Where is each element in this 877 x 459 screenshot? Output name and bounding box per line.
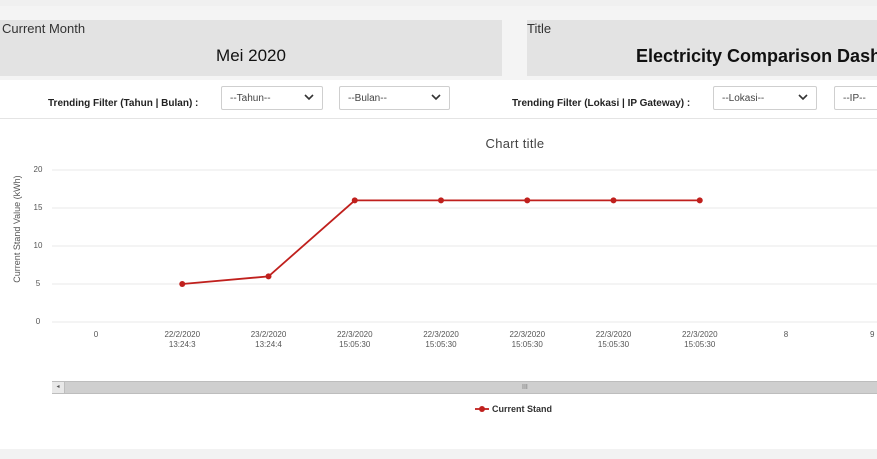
x-tick-label: 0 (93, 330, 99, 339)
trend-year-month-label: Trending Filter (Tahun | Bulan) : (48, 98, 199, 109)
top-strip (0, 0, 877, 6)
legend-line-marker-icon (475, 406, 489, 412)
x-tick-label: 22/3/2020 15:05:30 (595, 330, 632, 349)
chevron-down-icon (798, 94, 808, 101)
data-point[interactable] (351, 197, 358, 204)
y-tick-label: 0 (35, 317, 41, 326)
x-tick-label: 8 (783, 330, 789, 339)
x-tick-label: 22/3/2020 15:05:30 (336, 330, 373, 349)
data-point[interactable] (610, 197, 617, 204)
month-select-value: --Bulan-- (348, 93, 387, 104)
legend-series-label: Current Stand (492, 404, 553, 414)
y-tick-label: 5 (35, 279, 41, 288)
scroll-left-arrow-icon[interactable]: ◂ (52, 382, 65, 393)
filter-bar: Trending Filter (Tahun | Bulan) : --Tahu… (0, 80, 877, 119)
x-tick-label: 23/2/2020 13:24:4 (250, 330, 287, 349)
year-select[interactable]: --Tahun-- (221, 86, 323, 110)
data-point[interactable] (696, 197, 703, 204)
x-tick-label: 22/3/2020 15:05:30 (423, 330, 459, 349)
scroll-grip[interactable]: III (522, 382, 528, 393)
x-tick-label: 22/3/2020 15:05:30 (509, 330, 546, 349)
data-point[interactable] (438, 197, 444, 204)
data-point[interactable] (265, 273, 272, 280)
ip-select-value: --IP-- (843, 93, 866, 104)
y-tick-label: 10 (33, 241, 43, 250)
chart-panel: Chart title Current Stand Value (kWh) 05… (0, 119, 877, 449)
chart-scrollbar[interactable]: ◂ III (52, 381, 877, 394)
x-tick-label: 22/2/2020 13:24:3 (164, 330, 201, 349)
series-line-current-stand (182, 199, 700, 285)
data-point[interactable] (179, 281, 186, 287)
trend-location-label: Trending Filter (Lokasi | IP Gateway) : (512, 98, 691, 109)
ip-select[interactable]: --IP-- (834, 86, 877, 110)
location-select[interactable]: --Lokasi-- (713, 86, 817, 110)
dashboard-title: Electricity Comparison Dash (636, 46, 877, 66)
bottom-strip (0, 449, 877, 459)
y-tick-label: 15 (33, 203, 43, 212)
chevron-down-icon (431, 94, 441, 101)
x-tick-label: 9 (870, 330, 875, 339)
title-card: Title Electricity Comparison Dash (527, 20, 877, 76)
data-point[interactable] (524, 197, 531, 204)
current-month-label: Current Month (2, 21, 86, 36)
x-tick-label: 22/3/2020 15:05:30 (681, 330, 718, 349)
current-month-card: Current Month Mei 2020 (0, 20, 502, 76)
month-select[interactable]: --Bulan-- (339, 86, 450, 110)
location-select-value: --Lokasi-- (722, 93, 765, 104)
y-tick-label: 20 (33, 165, 43, 174)
current-month-value: Mei 2020 (216, 46, 286, 65)
year-select-value: --Tahun-- (230, 93, 271, 104)
chevron-down-icon (304, 94, 314, 101)
title-label: Title (527, 21, 552, 36)
